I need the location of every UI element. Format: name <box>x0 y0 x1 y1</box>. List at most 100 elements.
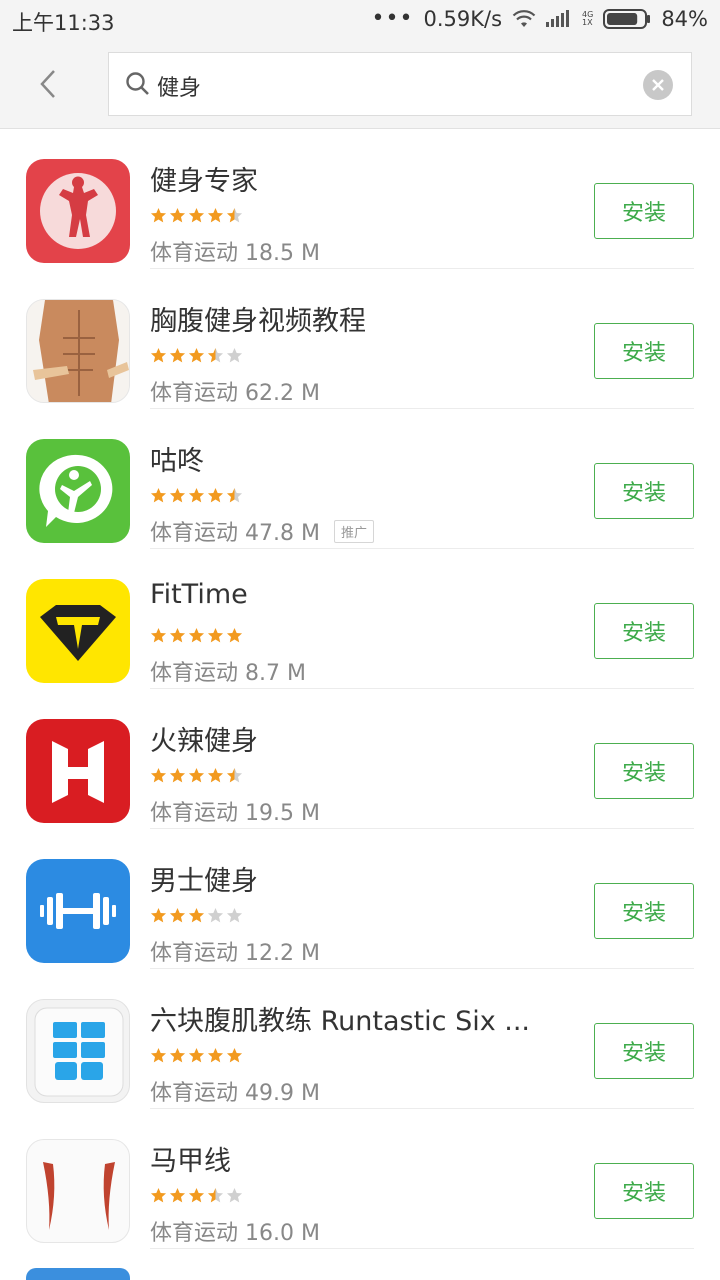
rating-stars <box>150 907 243 925</box>
list-item[interactable]: 咕咚 体育运动 47.8 M 推广 安装 <box>0 409 720 549</box>
search-query: 健身 <box>157 76 202 101</box>
app-category-size: 体育运动 49.9 M <box>150 1081 320 1106</box>
codoon-icon <box>26 439 130 543</box>
app-category-size: 体育运动 62.2 M <box>150 381 320 406</box>
app-name: 男士健身 <box>150 866 258 897</box>
promo-badge: 推广 <box>333 519 374 543</box>
star-icon <box>150 767 167 783</box>
star-icon <box>207 1187 224 1203</box>
install-button[interactable]: 安装 <box>594 743 694 799</box>
install-button[interactable]: 安装 <box>594 603 694 659</box>
star-icon <box>226 1047 243 1063</box>
app-category-size: 体育运动 12.2 M <box>150 941 320 966</box>
star-icon <box>226 1187 243 1203</box>
rating-stars <box>150 627 243 645</box>
list-item[interactable]: 火辣健身 体育运动 19.5 M 安装 <box>0 689 720 829</box>
star-icon <box>150 207 167 223</box>
star-icon <box>169 1047 186 1063</box>
app-category-size: 体育运动 47.8 M <box>150 521 320 546</box>
list-item[interactable]: 六块腹肌教练 Runtastic Six ... 体育运动 49.9 M 安装 <box>0 969 720 1109</box>
battery-icon <box>603 9 651 29</box>
star-icon <box>226 627 243 643</box>
star-icon <box>226 347 243 363</box>
list-item[interactable]: 健身专家 体育运动 18.5 M 安装 <box>0 129 720 269</box>
app-category-size: 体育运动 19.5 M <box>150 801 320 826</box>
star-icon <box>150 1047 167 1063</box>
install-button[interactable]: 安装 <box>594 1163 694 1219</box>
network-type: 4G 1X <box>582 11 593 27</box>
star-icon <box>207 627 224 643</box>
star-icon <box>207 487 224 503</box>
notification-dots: ••• <box>371 6 414 31</box>
star-icon <box>188 347 205 363</box>
star-icon <box>150 627 167 643</box>
star-icon <box>188 627 205 643</box>
list-item[interactable]: 胸腹健身视频教程 体育运动 62.2 M 安装 <box>0 269 720 409</box>
star-icon <box>169 627 186 643</box>
back-arrow-icon <box>40 70 55 98</box>
app-name: 火辣健身 <box>150 726 258 757</box>
star-icon <box>150 487 167 503</box>
install-button[interactable]: 安装 <box>594 1023 694 1079</box>
star-icon <box>188 907 205 923</box>
star-icon <box>188 487 205 503</box>
vest-line-icon <box>26 1139 130 1243</box>
star-icon <box>207 907 224 923</box>
list-item[interactable]: FitTime 体育运动 8.7 M 安装 <box>0 549 720 689</box>
star-icon <box>226 487 243 503</box>
app-name: 健身专家 <box>150 166 258 197</box>
app-name: 六块腹肌教练 Runtastic Six ... <box>150 1006 531 1037</box>
star-icon <box>150 347 167 363</box>
hotfit-icon <box>26 719 130 823</box>
star-icon <box>188 767 205 783</box>
app-category-size: 体育运动 16.0 M <box>150 1221 320 1246</box>
next-app-icon-partial <box>26 1268 130 1280</box>
star-icon <box>150 907 167 923</box>
battery-percent: 84% <box>661 7 708 31</box>
star-icon <box>226 207 243 223</box>
back-button[interactable] <box>22 58 74 110</box>
app-name: 咕咚 <box>150 446 204 477</box>
network-1x-label: 1X <box>582 18 593 27</box>
fittime-icon <box>26 579 130 683</box>
rating-stars <box>150 767 243 785</box>
search-header: 健身 <box>0 40 720 129</box>
app-category-size: 体育运动 8.7 M <box>150 661 306 686</box>
dumbbell-icon <box>26 859 130 963</box>
app-list: 健身专家 体育运动 18.5 M 安装 胸腹健身视频教程 体育运动 62.2 M… <box>0 129 720 1249</box>
app-name: 胸腹健身视频教程 <box>150 306 366 337</box>
search-icon <box>126 72 149 95</box>
star-icon <box>226 907 243 923</box>
search-input[interactable]: 健身 <box>108 52 692 116</box>
rating-stars <box>150 487 243 505</box>
star-icon <box>188 1187 205 1203</box>
install-button[interactable]: 安装 <box>594 323 694 379</box>
app-category-size: 体育运动 18.5 M <box>150 241 320 266</box>
star-icon <box>188 1047 205 1063</box>
star-icon <box>150 1187 167 1203</box>
star-icon <box>188 207 205 223</box>
divider <box>150 1248 694 1249</box>
install-button[interactable]: 安装 <box>594 883 694 939</box>
rating-stars <box>150 207 243 225</box>
sixpack-icon <box>26 999 130 1103</box>
abs-photo-icon <box>26 299 130 403</box>
star-icon <box>207 207 224 223</box>
list-item[interactable]: 马甲线 体育运动 16.0 M 安装 <box>0 1109 720 1249</box>
star-icon <box>207 1047 224 1063</box>
install-button[interactable]: 安装 <box>594 183 694 239</box>
clear-icon[interactable] <box>643 70 673 100</box>
app-name: 马甲线 <box>150 1146 231 1177</box>
star-icon <box>169 207 186 223</box>
rating-stars <box>150 1187 243 1205</box>
rating-stars <box>150 347 243 365</box>
bodybuilder-icon <box>26 159 130 263</box>
rating-stars <box>150 1047 243 1065</box>
app-name: FitTime <box>150 579 248 610</box>
signal-icon <box>546 10 572 28</box>
star-icon <box>169 347 186 363</box>
list-item[interactable]: 男士健身 体育运动 12.2 M 安装 <box>0 829 720 969</box>
install-button[interactable]: 安装 <box>594 463 694 519</box>
network-speed: 0.59K/s <box>423 7 503 31</box>
wifi-icon <box>512 10 536 28</box>
